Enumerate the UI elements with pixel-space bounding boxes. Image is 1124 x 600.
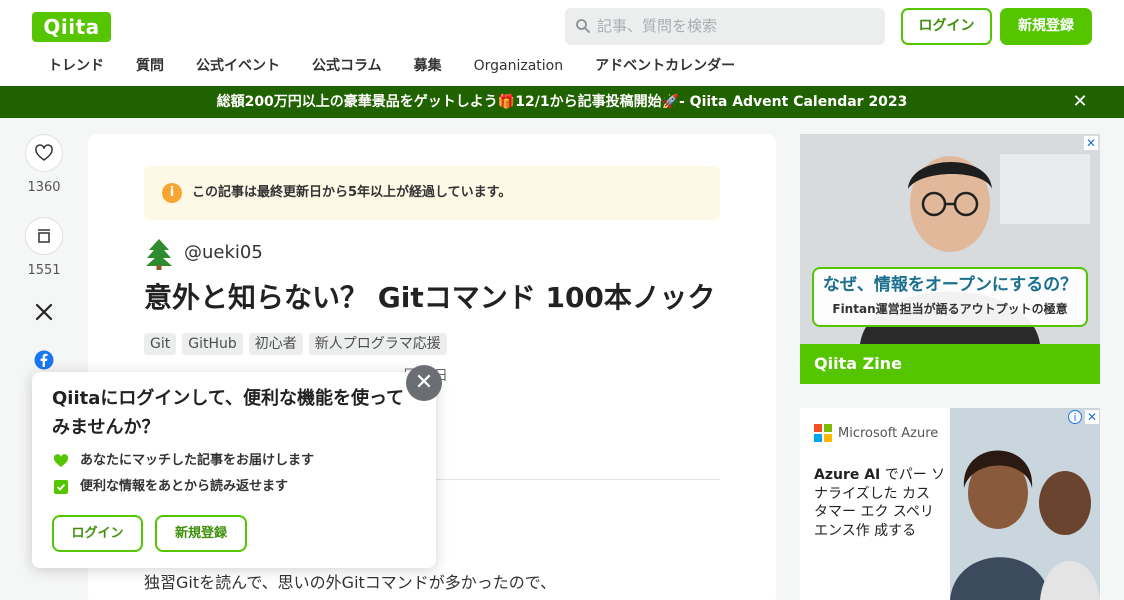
tag-github[interactable]: GitHub	[182, 333, 243, 355]
advent-calendar-banner[interactable]: 総額200万円以上の豪華景品をゲットしよう🎁12/1から記事投稿開始🚀- Qii…	[0, 86, 1124, 118]
info-icon: i	[162, 183, 182, 203]
popup-signup-button[interactable]: 新規登録	[155, 515, 247, 552]
ad-close-icon[interactable]: ✕	[1084, 136, 1098, 150]
notice-text: この記事は最終更新日から5年以上が経過しています。	[192, 185, 512, 200]
search-icon	[576, 19, 590, 33]
ad-brand-bar: Qiita Zine	[800, 344, 1100, 384]
qiita-logo[interactable]: Qiita	[32, 12, 111, 42]
tag-git[interactable]: Git	[144, 333, 177, 355]
ad-copy-bold: Azure AI	[814, 467, 881, 483]
site-header: Qiita 記事、質問を検索 ログイン 新規登録 トレンド 質問 公式イベント …	[0, 0, 1124, 86]
heart-icon	[35, 144, 53, 161]
stock-icon	[38, 229, 50, 243]
benefit-row: あなたにマッチした記事をお届けします	[53, 452, 314, 470]
tag-new-programmer[interactable]: 新人プログラマ応援	[308, 333, 447, 355]
search-box[interactable]: 記事、質問を検索	[565, 8, 885, 45]
ad-headline: なぜ、情報をオープンにするの？	[822, 275, 1078, 295]
benefit-row: 便利な情報をあとから読み返せます	[53, 478, 288, 496]
popup-login-button[interactable]: ログイン	[52, 515, 143, 552]
login-prompt-popup: Qiitaにログインして、便利な機能を使ってみませんか？ あなたにマッチした記事…	[32, 372, 436, 568]
qiita-zine-ad[interactable]: なぜ、情報をオープンにするの？ Fintan運営担当が語るアウトプットの極意 Q…	[800, 134, 1100, 384]
tag-beginner[interactable]: 初心者	[248, 333, 303, 355]
ad-subheadline: Fintan運営担当が語るアウトプットの極意	[832, 302, 1068, 316]
banner-text[interactable]: 総額200万円以上の豪華景品をゲットしよう🎁12/1から記事投稿開始🚀- Qii…	[0, 86, 1124, 118]
facebook-share-icon[interactable]	[34, 350, 54, 370]
author-avatar-tree-icon[interactable]	[144, 238, 174, 270]
microsoft-brand: Microsoft Azure	[814, 424, 938, 442]
article-actions: 1360 1551	[20, 134, 68, 279]
ad-close-icon[interactable]: ✕	[1085, 410, 1099, 424]
ad-people-photo	[950, 408, 1100, 600]
nav-organization[interactable]: Organization	[458, 53, 580, 79]
author-name[interactable]: @ueki05	[184, 241, 263, 265]
nav-recruitment[interactable]: 募集	[398, 53, 458, 79]
stock-button[interactable]	[25, 217, 63, 255]
signup-button[interactable]: 新規登録	[1000, 8, 1092, 45]
benefit-text: あなたにマッチした記事をお届けします	[80, 453, 315, 468]
ad-brand-name: Microsoft Azure	[838, 425, 939, 441]
nav-questions[interactable]: 質問	[120, 53, 180, 79]
outdated-notice: i この記事は最終更新日から5年以上が経過しています。	[144, 166, 720, 220]
article-title: 意外と知らない？ Gitコマンド 100本ノック	[144, 281, 716, 314]
azure-ad[interactable]: Microsoft Azure Azure AI でパー ソ ナライズした カス…	[800, 408, 1100, 600]
microsoft-logo-icon	[814, 424, 832, 442]
green-heart-icon	[53, 454, 69, 467]
nav-trend[interactable]: トレンド	[32, 53, 120, 79]
login-button[interactable]: ログイン	[901, 8, 992, 45]
tag-list: Git GitHub 初心者 新人プログラマ応援	[144, 333, 447, 355]
like-count: 1360	[27, 180, 61, 195]
ad-headline-bubble: なぜ、情報をオープンにするの？ Fintan運営担当が語るアウトプットの極意	[812, 267, 1088, 327]
stock-count: 1551	[27, 263, 61, 278]
nav-official-events[interactable]: 公式イベント	[180, 53, 296, 79]
search-input[interactable]: 記事、質問を検索	[597, 8, 717, 45]
green-check-icon	[54, 480, 68, 494]
ad-brand: Qiita Zine	[814, 354, 902, 373]
main-nav: トレンド 質問 公式イベント 公式コラム 募集 Organization アドベ…	[32, 53, 751, 79]
nav-advent-calendar[interactable]: アドベントカレンダー	[579, 53, 751, 79]
banner-close-icon[interactable]: ✕	[1070, 92, 1090, 112]
popup-close-icon[interactable]: ✕	[406, 365, 442, 401]
people-illustration	[950, 408, 1100, 600]
popup-title: Qiitaにログインして、便利な機能を使ってみませんか？	[52, 388, 405, 438]
benefit-text: 便利な情報をあとから読み返せます	[80, 479, 289, 494]
nav-official-columns[interactable]: 公式コラム	[296, 53, 398, 79]
article-body-first-line: 独習Gitを読んで、思いの外Gitコマンドが多かったので、	[144, 573, 557, 592]
like-button[interactable]	[25, 134, 63, 172]
ad-info-icon[interactable]: i	[1068, 410, 1082, 424]
x-share-icon[interactable]	[34, 302, 54, 322]
ad-copy: Azure AI でパー ソ ナライズした カス タマー エク スペリ エンス作…	[814, 466, 946, 540]
